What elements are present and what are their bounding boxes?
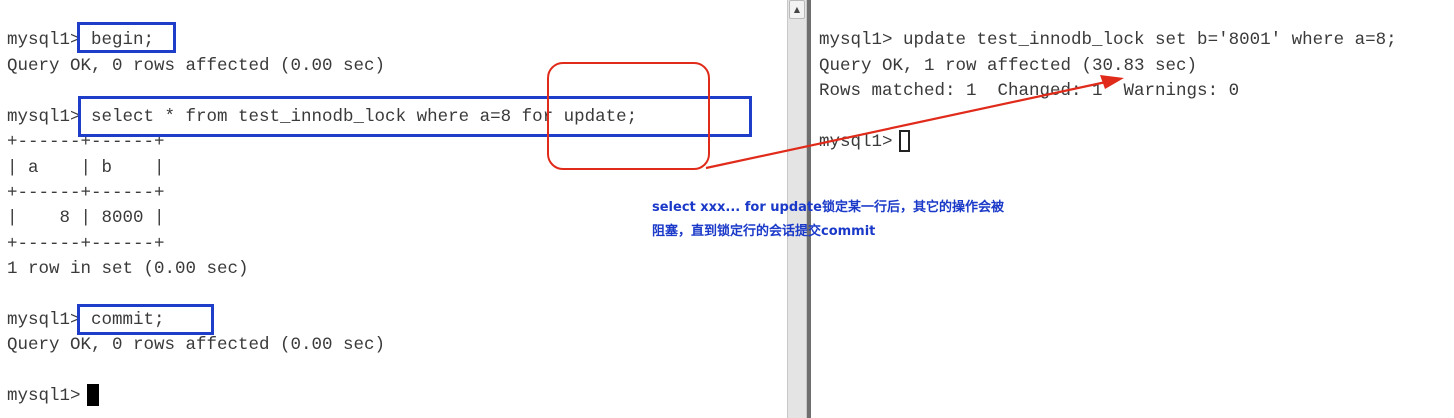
annotation-text: select xxx... for update锁定某一行后，其它的操作会被 bbox=[652, 200, 1004, 215]
annotation-text: 阻塞，直到锁定行的会话提交commit bbox=[652, 224, 876, 239]
